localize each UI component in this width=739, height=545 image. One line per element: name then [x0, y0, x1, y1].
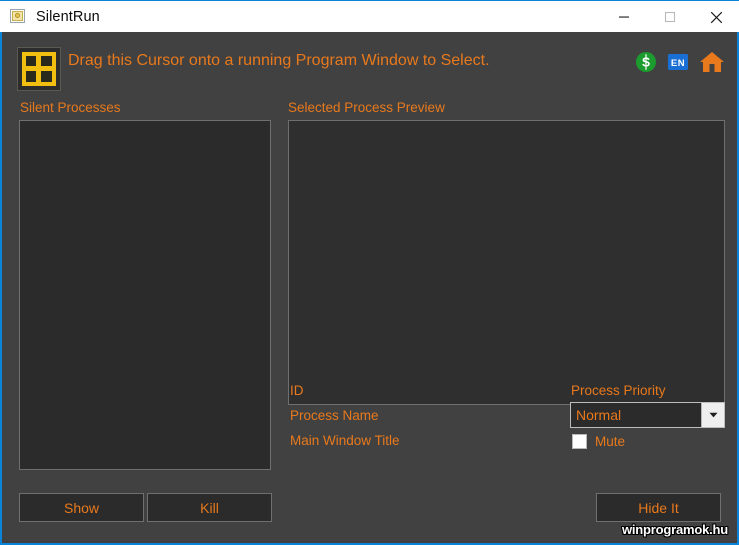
process-priority-value: Normal [576, 407, 622, 423]
window-body: Drag this Cursor onto a running Program … [0, 32, 739, 545]
chevron-down-glyph [709, 412, 717, 418]
donate-icon[interactable]: S [635, 51, 657, 73]
process-priority-label: Process Priority [571, 383, 666, 398]
maximize-icon [664, 11, 676, 23]
close-button[interactable] [693, 2, 739, 32]
process-priority-dropdown[interactable]: Normal [570, 402, 725, 428]
language-icon[interactable]: EN [667, 51, 689, 73]
close-icon [710, 11, 722, 23]
mute-label: Mute [595, 434, 626, 449]
silentrun-window: SilentRun Drag this Cursor onto a runnin… [0, 0, 739, 545]
process-name-label: Process Name [290, 408, 379, 423]
selected-process-preview[interactable] [288, 120, 725, 405]
chevron-down-icon[interactable] [701, 403, 724, 427]
silent-processes-list[interactable] [19, 120, 271, 470]
application-window-icon [9, 8, 27, 26]
minimize-button[interactable] [601, 2, 647, 32]
svg-text:EN: EN [671, 58, 685, 69]
kill-button[interactable]: Kill [147, 493, 272, 522]
title-bar: SilentRun [0, 0, 739, 32]
window-title: SilentRun [36, 8, 100, 25]
instruction-text: Drag this Cursor onto a running Program … [68, 52, 490, 69]
watermark: winprogramok.hu [621, 522, 728, 537]
silent-processes-label: Silent Processes [20, 100, 121, 115]
home-icon[interactable] [699, 50, 725, 74]
show-button[interactable]: Show [19, 493, 144, 522]
selected-preview-label: Selected Process Preview [288, 100, 445, 115]
maximize-button[interactable] [647, 2, 693, 32]
mute-checkbox[interactable] [572, 434, 587, 449]
top-icon-bar: S EN [635, 50, 725, 74]
process-id-label: ID [290, 383, 304, 398]
window-target-cursor-icon[interactable] [18, 48, 60, 90]
main-window-title-label: Main Window Title [290, 433, 400, 448]
minimize-icon [619, 16, 629, 18]
mute-checkbox-row[interactable]: Mute [572, 434, 625, 449]
hide-it-button[interactable]: Hide It [596, 493, 721, 522]
